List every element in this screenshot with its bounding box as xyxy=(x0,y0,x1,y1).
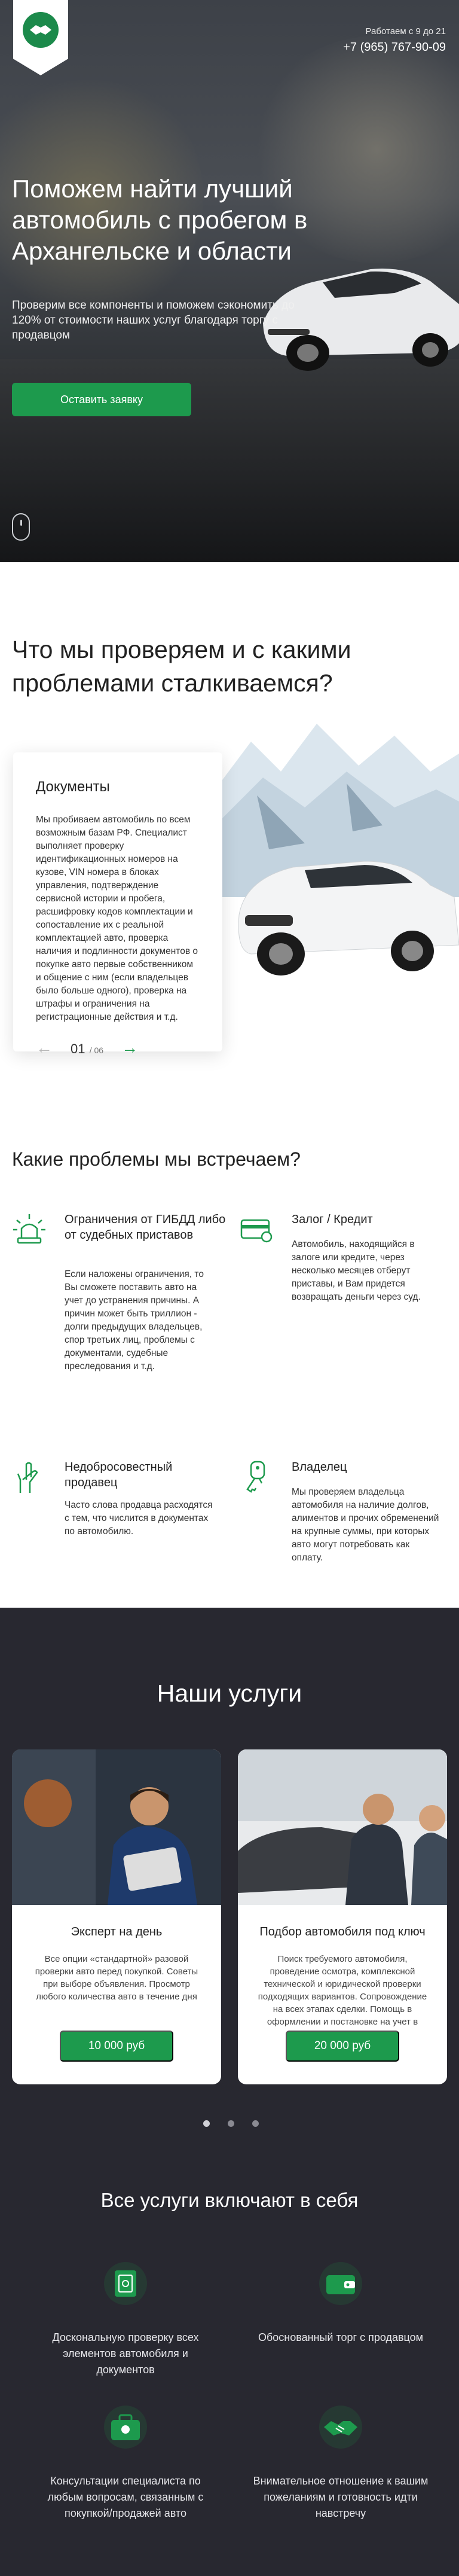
problem-title: Владелец xyxy=(292,1461,347,1474)
slide-text: Мы пробиваем автомобиль по всем возможны… xyxy=(36,815,198,1022)
crossed-fingers-icon xyxy=(17,1462,38,1493)
snowy-mountains-image xyxy=(215,718,459,1041)
problem-item: Ограничения от ГИБДД либо от судебных пр… xyxy=(12,1212,225,1391)
carousel-dots xyxy=(203,2120,259,2127)
problems-heading: Какие проблемы мы встречаем? xyxy=(12,1148,301,1170)
slide-current: 01 xyxy=(71,1041,85,1056)
include-item: Доскональную проверку всех элементов авт… xyxy=(36,2261,215,2378)
service-text: Все опции «стандартной» разовой проверки… xyxy=(35,1954,198,2002)
include-text: Обоснованный торг с продавцом xyxy=(258,2331,424,2343)
wallet-icon xyxy=(319,2262,362,2305)
includes-heading: Все услуги включают в себя xyxy=(100,2189,359,2211)
phone-link[interactable]: +7 (965) 767-90-09 xyxy=(343,41,446,54)
check-heading: Что мы проверяем и с какими проблемами с… xyxy=(12,636,351,697)
mechanic-photo xyxy=(12,1749,221,1905)
police-siren-icon xyxy=(13,1214,45,1244)
scroll-down-mouse-icon[interactable] xyxy=(12,513,30,541)
problem-item: Владелец Мы проверяем владельца автомоби… xyxy=(239,1459,439,1567)
service-title: Подбор автомобиля под ключ xyxy=(259,1925,426,1938)
include-item: Обоснованный торг с продавцом xyxy=(251,2261,430,2346)
service-card: Подбор автомобиля под ключ Поиск требуем… xyxy=(238,1749,447,2084)
include-item: Внимательное отношение к вашим пожелания… xyxy=(251,2404,430,2522)
slide-total: / 06 xyxy=(89,1045,104,1055)
hero-section: Работаем с 9 до 21 +7 (965) 767-90-09 По… xyxy=(0,0,459,562)
slider-pager: ← 01 / 06 → xyxy=(36,1038,138,1057)
service-card: Эксперт на день Все опции «стандартной» … xyxy=(12,1749,221,2084)
next-arrow-icon[interactable]: → xyxy=(121,1038,138,1057)
include-text: Доскональную проверку всех элементов авт… xyxy=(52,2331,199,2376)
problem-title: Залог / Кредит xyxy=(292,1213,373,1226)
service-title: Эксперт на день xyxy=(71,1925,163,1938)
handshake-logo-icon xyxy=(23,12,59,48)
prev-arrow-icon[interactable]: ← xyxy=(36,1038,53,1057)
service-price-button[interactable]: 10 000 руб xyxy=(60,2031,173,2062)
problem-title: Недобросовестный продавец xyxy=(65,1461,173,1489)
include-text: Консультации специалиста по любым вопрос… xyxy=(47,2475,204,2519)
specialist-briefcase-icon xyxy=(104,2406,147,2449)
service-text: Поиск требуемого автомобиля, проведение … xyxy=(258,1954,427,2040)
car-dealer-photo xyxy=(238,1749,447,1905)
check-slide-card: Документы Мы пробиваем автомобиль по все… xyxy=(13,752,222,1051)
problem-text: Автомобиль, находящийся в залоге или кре… xyxy=(292,1239,421,1302)
carousel-dot[interactable] xyxy=(252,2120,259,2127)
problem-item: Недобросовестный продавец Часто слова пр… xyxy=(12,1459,212,1555)
slide-title: Документы xyxy=(36,779,110,795)
handshake-icon xyxy=(319,2406,362,2449)
hero-title: Поможем найти лучший автомобиль с пробег… xyxy=(12,175,308,265)
hero-subtitle: Проверим все компоненты и поможем сэконо… xyxy=(12,299,295,342)
credit-card-icon xyxy=(240,1219,273,1243)
include-item: Консультации специалиста по любым вопрос… xyxy=(36,2404,215,2522)
car-key-icon xyxy=(246,1461,265,1493)
problem-text: Часто слова продавца расходятся с тем, ч… xyxy=(65,1500,213,1537)
submit-request-button[interactable]: Оставить заявку xyxy=(12,383,191,416)
carousel-dot[interactable] xyxy=(228,2120,234,2127)
problem-text: Если наложены ограничения, то Вы сможете… xyxy=(65,1269,204,1371)
service-price-button[interactable]: 20 000 руб xyxy=(286,2031,399,2062)
problem-item: Залог / Кредит Автомобиль, находящийся в… xyxy=(239,1212,430,1343)
carousel-dot[interactable] xyxy=(203,2120,210,2127)
work-hours: Работаем с 9 до 21 xyxy=(365,26,446,36)
safe-document-icon xyxy=(104,2262,147,2305)
logo[interactable] xyxy=(13,0,68,75)
problem-text: Мы проверяем владельца автомобиля на нал… xyxy=(292,1487,439,1563)
problem-title: Ограничения от ГИБДД либо от судебных пр… xyxy=(65,1213,226,1242)
services-heading: Наши услуги xyxy=(157,1679,302,1707)
include-text: Внимательное отношение к вашим пожелания… xyxy=(253,2475,429,2519)
